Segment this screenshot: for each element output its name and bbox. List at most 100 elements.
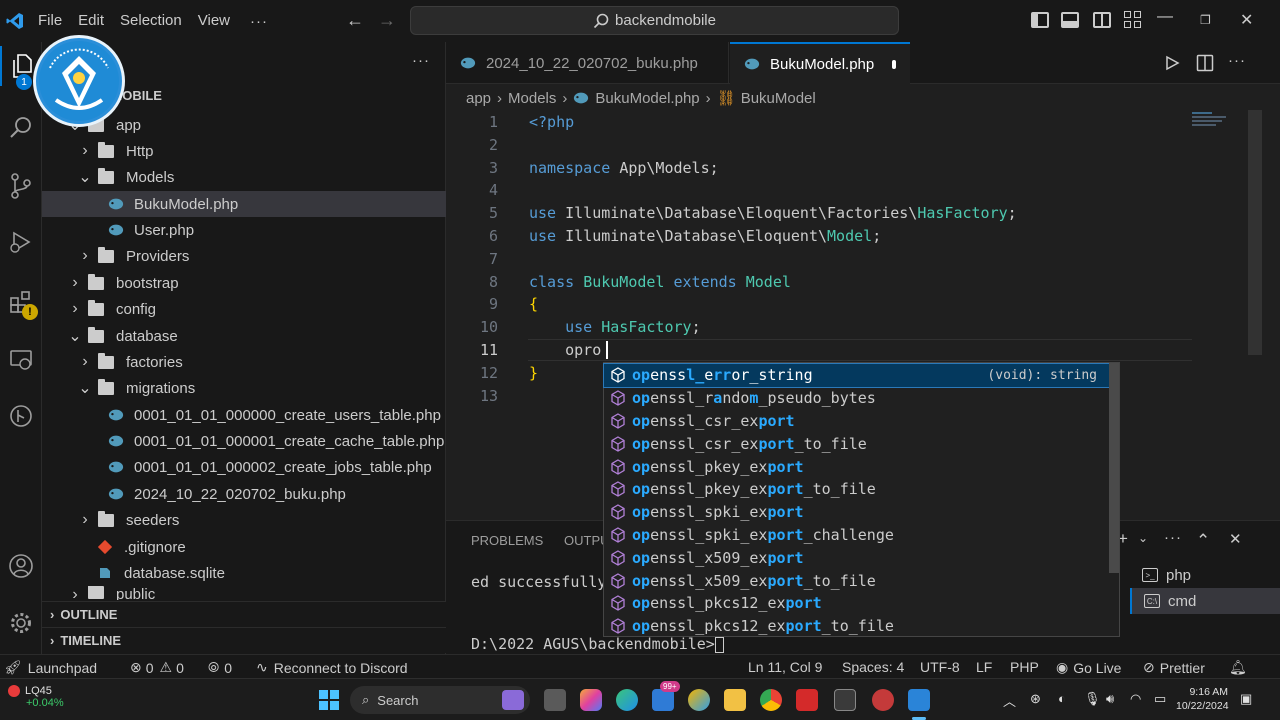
terminal-app-icon[interactable]: [834, 689, 856, 711]
mail-icon[interactable]: 99+: [652, 681, 680, 711]
problems-status[interactable]: ⊗ 0 ⚠ 0: [130, 659, 184, 676]
suggestion-item[interactable]: openssl_csr_export: [604, 410, 1109, 433]
tree-file[interactable]: User.php: [42, 217, 446, 243]
run-icon[interactable]: [1164, 55, 1180, 74]
photos-icon[interactable]: [688, 689, 710, 711]
wifi-icon[interactable]: ◠: [1130, 691, 1141, 707]
suggestion-item[interactable]: openssl_x509_export_to_file: [604, 569, 1109, 592]
panel-more-icon[interactable]: ···: [1164, 529, 1182, 546]
tree-folder[interactable]: › factories: [42, 349, 446, 375]
suggestion-item[interactable]: openssl_x509_export: [604, 546, 1109, 569]
prettier-status[interactable]: ⊘ Prettier: [1143, 659, 1205, 676]
chrome-icon[interactable]: [760, 689, 782, 711]
encoding[interactable]: UTF-8: [920, 659, 960, 675]
tree-file[interactable]: BukuModel.php: [42, 191, 446, 217]
edge-icon[interactable]: [616, 689, 638, 711]
launchpad-item[interactable]: 🚀︎ Launchpad: [4, 659, 97, 676]
timeline-section[interactable]: › TIMELINE: [42, 627, 446, 653]
tree-folder[interactable]: › public: [42, 586, 446, 600]
source-control-icon[interactable]: [0, 166, 42, 206]
maximize-panel-icon[interactable]: ⌃: [1196, 531, 1210, 551]
editor-more-icon[interactable]: ···: [1228, 52, 1246, 69]
tree-file[interactable]: database.sqlite: [42, 560, 446, 586]
suggestion-item[interactable]: openssl_spki_export: [604, 501, 1109, 524]
customize-layout-icon[interactable]: [1124, 11, 1142, 29]
autocomplete-widget[interactable]: openssl_error_string (void): string openss…: [603, 362, 1120, 637]
tree-folder[interactable]: ⌄ Models: [42, 164, 446, 190]
suggestion-item[interactable]: openssl_csr_export_to_file: [604, 432, 1109, 455]
nav-back-icon[interactable]: ←: [346, 10, 364, 31]
close-window-icon[interactable]: ✕: [1240, 10, 1253, 30]
suggestion-scrollbar[interactable]: [1109, 363, 1119, 573]
suggestion-item[interactable]: openssl_pkey_export_to_file: [604, 478, 1109, 501]
discord-status[interactable]: ∿ Reconnect to Discord: [256, 659, 408, 676]
copilot-icon[interactable]: [580, 689, 602, 711]
tree-folder[interactable]: ⌄ migrations: [42, 375, 446, 401]
close-panel-icon[interactable]: ✕: [1229, 530, 1242, 548]
cursor-position[interactable]: Ln 11, Col 9: [748, 659, 822, 675]
menu-more-button[interactable]: ···: [238, 13, 280, 30]
unsaved-dot-icon[interactable]: [892, 59, 896, 69]
suggestion-item[interactable]: openssl_pkey_export: [604, 455, 1109, 478]
ports-status[interactable]: ⦾ 0: [208, 659, 232, 676]
settings-app-icon[interactable]: [872, 689, 894, 711]
nav-forward-icon[interactable]: →: [378, 10, 396, 31]
go-live-button[interactable]: ◉ Go Live: [1056, 659, 1121, 676]
tray-chevron-icon[interactable]: ︿: [1003, 691, 1016, 710]
suggestion-item[interactable]: openssl_error_string (void): string: [603, 363, 1110, 388]
editor-scrollbar[interactable]: [1248, 110, 1262, 355]
notifications-bell-icon[interactable]: 🔔︎: [1229, 659, 1247, 676]
tree-file[interactable]: 0001_01_01_000002_create_jobs_table.php: [42, 454, 446, 480]
command-center-search[interactable]: backendmobile: [410, 6, 899, 35]
menu-file[interactable]: File: [30, 0, 70, 42]
minimize-icon[interactable]: —: [1157, 8, 1173, 26]
tree-file[interactable]: 0001_01_01_000000_create_users_table.php: [42, 402, 446, 428]
tree-folder[interactable]: › Providers: [42, 243, 446, 269]
tree-file[interactable]: 2024_10_22_020702_buku.php: [42, 481, 446, 507]
split-editor-icon[interactable]: [1196, 54, 1214, 75]
tab-bukumodel[interactable]: BukuModel.php: [730, 42, 910, 84]
remote-explorer-icon[interactable]: [0, 340, 42, 380]
accounts-icon[interactable]: [0, 546, 42, 586]
taskbar-search[interactable]: ⌕ Search: [350, 686, 530, 714]
outline-section[interactable]: › OUTLINE: [42, 601, 446, 627]
stock-widget[interactable]: LQ45 +0.04%: [8, 685, 64, 709]
microphone-icon[interactable]: 🎙︎: [1084, 691, 1101, 707]
toggle-secondary-sidebar-icon[interactable]: [1093, 12, 1111, 28]
menu-selection[interactable]: Selection: [112, 0, 190, 42]
battery-icon[interactable]: ▭: [1154, 691, 1166, 707]
volume-icon[interactable]: 🔊︎: [1106, 691, 1114, 707]
indentation[interactable]: Spaces: 4: [842, 659, 904, 675]
breadcrumb-models[interactable]: Models: [508, 90, 556, 107]
extensions-icon[interactable]: !: [0, 282, 42, 322]
suggestion-item[interactable]: openssl_pkcs12_export: [604, 592, 1109, 615]
tab-buku-migration[interactable]: 2024_10_22_020702_buku.php: [446, 42, 729, 84]
search-view-icon[interactable]: [0, 108, 42, 148]
menu-view[interactable]: View: [190, 0, 238, 42]
terminal-list-item-cmd[interactable]: C:\ cmd: [1130, 588, 1280, 614]
notification-center-icon[interactable]: ▣: [1240, 691, 1252, 707]
breadcrumb-class[interactable]: BukuModel: [741, 90, 816, 107]
line-ending[interactable]: LF: [976, 659, 992, 675]
suggestion-item[interactable]: openssl_random_pseudo_bytes: [604, 387, 1109, 410]
file-explorer-icon[interactable]: [724, 689, 746, 711]
breadcrumb-app[interactable]: app: [466, 90, 491, 107]
chevron-down-icon[interactable]: ⌄: [1138, 531, 1148, 545]
tree-folder[interactable]: › Http: [42, 138, 446, 164]
tree-file[interactable]: .gitignore: [42, 534, 446, 560]
tree-folder[interactable]: › bootstrap: [42, 270, 446, 296]
vscode-taskbar-icon[interactable]: [908, 689, 930, 711]
tree-folder[interactable]: ⌄ database: [42, 323, 446, 349]
tree-folder[interactable]: › seeders: [42, 507, 446, 533]
suggestion-item[interactable]: openssl_spki_export_challenge: [604, 524, 1109, 547]
terminal-prompt[interactable]: D:\2022 AGUS\backendmobile>: [471, 635, 724, 653]
explorer-more-button[interactable]: ···: [412, 52, 430, 69]
tray-app2-icon[interactable]: ◐: [1058, 691, 1066, 706]
task-view-icon[interactable]: [544, 689, 566, 711]
tree-folder[interactable]: › config: [42, 296, 446, 322]
clock[interactable]: 9:16 AM 10/22/2024: [1176, 685, 1229, 713]
language-mode[interactable]: PHP: [1010, 659, 1039, 675]
terminal-list-item-php[interactable]: >_ php: [1130, 562, 1280, 588]
tray-app-icon[interactable]: ⊛: [1030, 691, 1041, 707]
manage-gear-icon[interactable]: [0, 603, 42, 643]
